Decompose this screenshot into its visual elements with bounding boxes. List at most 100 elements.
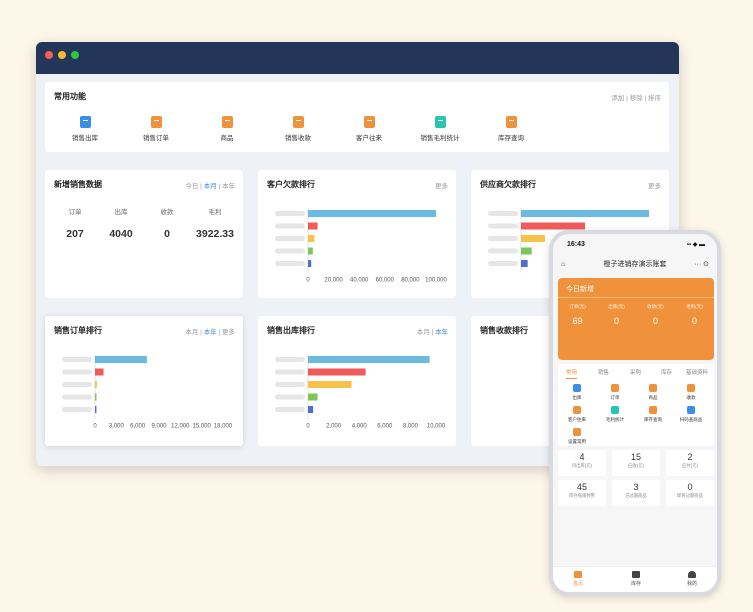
x-tick-label: 0 — [306, 278, 310, 284]
bar — [95, 393, 97, 401]
user-tab-icon — [688, 571, 696, 578]
bar — [308, 381, 352, 388]
phone-grid-label: 收款 — [686, 395, 696, 400]
period-month[interactable]: 本月 — [204, 183, 217, 190]
common-functions-panel: 常用功能 添加 | 移除 | 排序 销售出库 销售订单 商品 销售收款 客户往来 销售毛利… — [45, 82, 669, 152]
phone-grid-icon — [573, 384, 581, 392]
tab-stock[interactable]: 库存 — [661, 368, 672, 376]
phone-grid-label: 订单 — [610, 395, 620, 400]
phone-grid-label: 设置常用 — [568, 439, 586, 444]
function-icon — [434, 116, 446, 128]
function-item[interactable]: 商品 — [197, 116, 257, 142]
card-pending-out[interactable]: 4 待出库(元) — [558, 450, 606, 476]
tabbar-stock[interactable]: 库存 — [621, 571, 651, 587]
stat-orders: 订单 207 — [66, 209, 84, 240]
period-today[interactable]: 今日 — [185, 183, 198, 190]
phone-grid-label: 库存查询 — [644, 417, 662, 422]
close-dot[interactable] — [45, 51, 53, 59]
bar — [95, 368, 104, 376]
category-label-placeholder — [275, 211, 305, 216]
card-expired[interactable]: 3 已过期商品 — [612, 480, 660, 506]
divider — [558, 297, 714, 298]
today-stat-receipts: 收款(元) 0 — [647, 304, 664, 326]
phone-grid-item[interactable]: 库存查询 — [638, 406, 668, 423]
category-label-placeholder — [62, 369, 92, 375]
phone-grid-item[interactable]: 毛利统计 — [600, 406, 630, 423]
customer-debt-chart: 0 20,000 40,000 60,000 80,000 100,000 — [275, 208, 448, 284]
add-button[interactable]: 添加 — [611, 95, 624, 102]
category-label-placeholder — [488, 248, 518, 254]
function-item[interactable]: 销售收款 — [268, 116, 328, 142]
function-item[interactable]: 客户往来 — [339, 116, 399, 142]
category-label-placeholder — [488, 261, 518, 266]
phone-grid-item[interactable]: 客户往来 — [562, 406, 592, 423]
category-label-placeholder — [62, 357, 92, 362]
stock-tab-icon — [632, 571, 640, 578]
tab-sales[interactable]: 销售 — [598, 368, 609, 376]
phone-grid-label: 出库 — [572, 395, 582, 400]
card-expiring[interactable]: 0 即将过期商品 — [666, 480, 714, 506]
category-label-placeholder — [275, 236, 305, 241]
today-stat-profit: 毛利(元) 0 — [686, 304, 703, 326]
phone-grid-item[interactable]: 扫码查商品 — [676, 406, 706, 423]
bar — [308, 406, 314, 413]
function-label: 库存查询 — [498, 135, 524, 142]
function-item[interactable]: 销售出库 — [55, 116, 115, 142]
period-year[interactable]: 本年 — [222, 183, 235, 190]
x-tick-label: 10,000 — [427, 424, 446, 430]
outbound-rank-panel: 销售出库排行 本月 | 本年 0 2,000 4,000 6,000 8,000 10,0… — [258, 316, 456, 446]
x-tick-label: 4,000 — [352, 424, 368, 430]
bar — [521, 235, 545, 242]
mobile-phone: 16:43 ▪▪ ◆ ▬ ⌂ 橙子进销存演示账套 ··· ⊙ 今日新增 订单(元… — [549, 230, 721, 596]
tabbar-home[interactable]: 首页 — [563, 571, 593, 587]
phone-grid-label: 毛利统计 — [606, 417, 624, 422]
x-tick-label: 18,000 — [214, 424, 233, 430]
sort-button[interactable]: 排序 — [648, 95, 661, 102]
minimize-dot[interactable] — [58, 51, 66, 59]
maximize-dot[interactable] — [71, 51, 79, 59]
phone-grid-item[interactable]: 收款 — [676, 384, 706, 401]
x-tick-label: 6,000 — [130, 424, 146, 430]
function-icon — [79, 116, 91, 128]
function-item[interactable]: 销售订单 — [126, 116, 186, 142]
category-label-placeholder — [488, 236, 518, 241]
card-receivable[interactable]: 15 应收(元) — [612, 450, 660, 476]
phone-grid-item[interactable]: 商品 — [638, 384, 668, 401]
phone-grid-icon — [573, 428, 581, 436]
category-label-placeholder — [275, 248, 305, 254]
phone-grid-item[interactable]: 出库 — [562, 384, 592, 401]
remove-button[interactable]: 移除 — [630, 95, 643, 102]
phone-grid-icon — [649, 406, 657, 414]
phone-grid-item[interactable]: 设置常用 — [562, 428, 592, 445]
phone-grid-icon — [687, 384, 695, 392]
period-switch: 今日 | 本月 | 本年 — [185, 183, 235, 190]
customer-debt-panel: 客户欠款排行 更多 0 20,000 40,000 60,000 80,000 100,0… — [258, 170, 456, 298]
tab-purchase[interactable]: 采购 — [630, 368, 641, 376]
tab-common[interactable]: 常用 — [566, 368, 578, 379]
tabbar-me[interactable]: 我的 — [677, 571, 707, 587]
phone-grid-item[interactable]: 订单 — [600, 384, 630, 401]
stat-outbound: 出库 4040 — [109, 209, 133, 240]
more-icon[interactable]: ··· ⊙ — [694, 256, 709, 274]
card-payable[interactable]: 2 应付(元) — [666, 450, 714, 476]
function-item[interactable]: 库存查询 — [481, 116, 541, 142]
function-item[interactable]: 销售毛利统计 — [410, 116, 470, 142]
function-icon — [505, 116, 517, 128]
common-functions-title: 常用功能 — [54, 92, 86, 101]
x-tick-label: 100,000 — [425, 278, 447, 284]
stat-receipts: 收款 0 — [160, 209, 174, 240]
phone-grid-label: 客户往来 — [568, 417, 586, 422]
function-icon — [221, 116, 233, 128]
x-tick-label: 2,000 — [326, 424, 342, 430]
phone-tabbar: 首页 库存 我的 — [553, 566, 717, 592]
window-titlebar — [36, 42, 679, 74]
category-label-placeholder — [62, 394, 92, 400]
new-sales-panel: 新增销售数据 今日 | 本月 | 本年 订单 207 出库 4040 收款 0 毛利 3… — [45, 170, 243, 298]
phone-title: 橙子进销存演示账套 — [603, 261, 667, 268]
bar — [521, 260, 528, 267]
home-icon[interactable]: ⌂ — [561, 256, 565, 274]
tab-basic-data[interactable]: 基础资料 — [686, 368, 708, 376]
card-low-stock[interactable]: 45 库存低储预警 — [558, 480, 606, 506]
phone-header: ⌂ 橙子进销存演示账套 ··· ⊙ — [553, 256, 717, 274]
order-rank-chart: 0 3,000 6,000 9,000 12,000 15,000 18,000 — [62, 354, 233, 430]
